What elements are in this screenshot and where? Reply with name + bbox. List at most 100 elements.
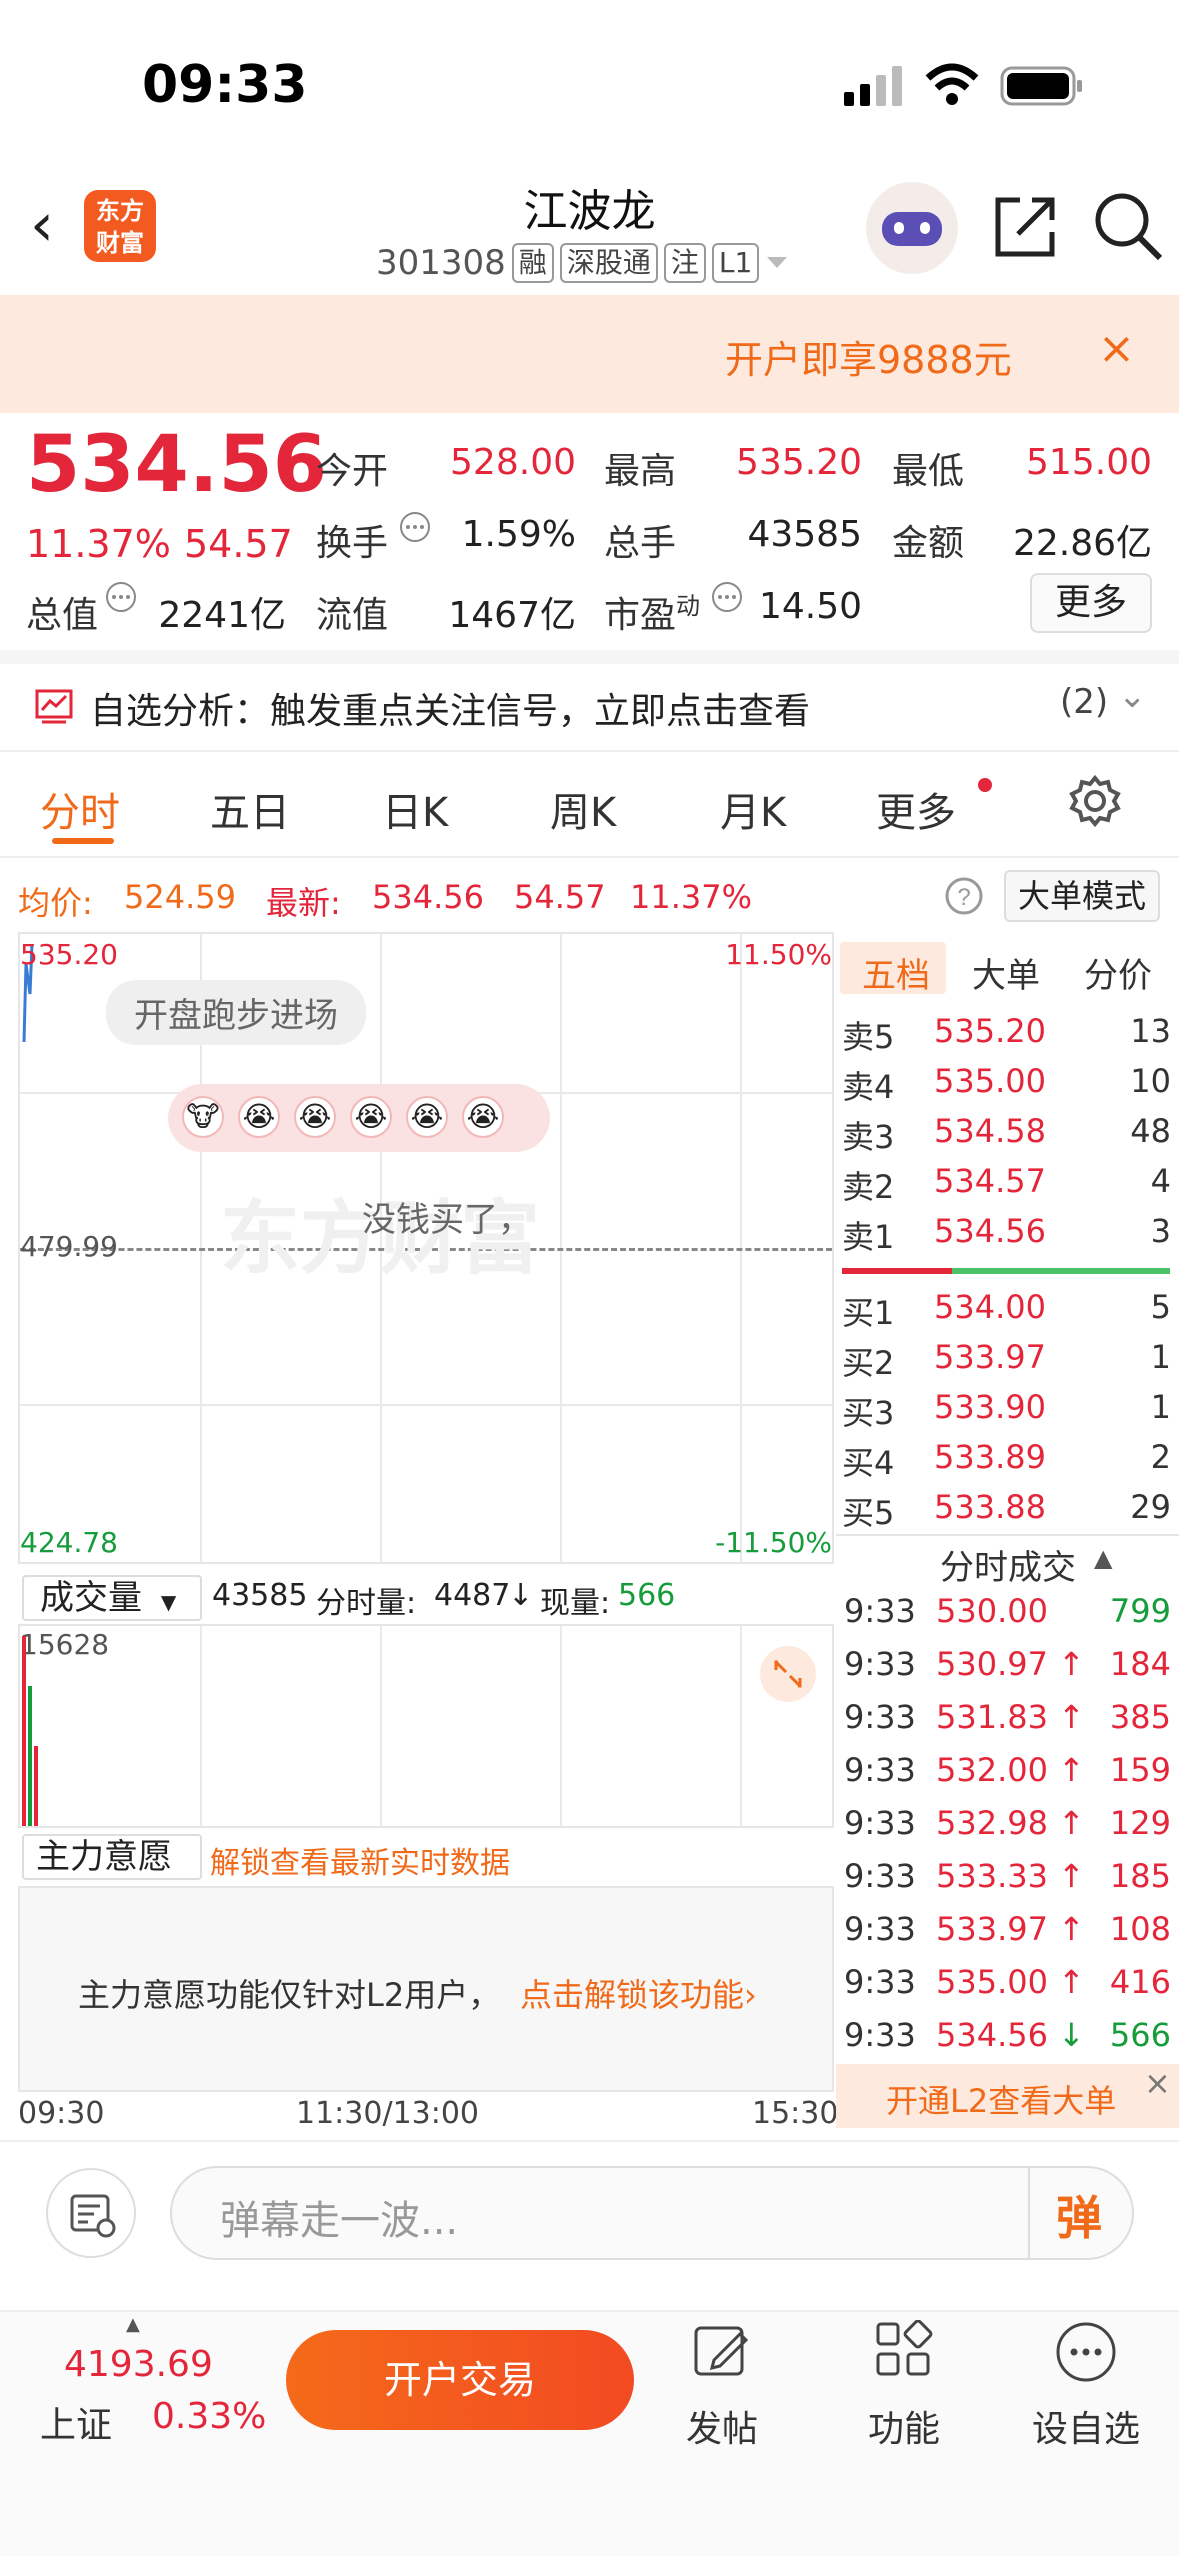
big-order-mode-button[interactable]: 大单模式 — [1004, 870, 1160, 922]
trade-row: 9:33 532.98 ↑ 129 — [836, 1804, 1179, 1854]
trade-row: 9:33 530.00 799 — [836, 1592, 1179, 1642]
trade-price: 532.98 — [936, 1804, 1048, 1842]
trade-time: 9:33 — [844, 2016, 916, 2054]
trade-row: 9:33 533.33 ↑ 185 — [836, 1857, 1179, 1907]
more-button[interactable]: 更多 — [1030, 573, 1152, 633]
danmu-send-button[interactable]: 弹 — [1056, 2182, 1102, 2248]
danmu-bubble: 没钱买了， — [362, 1200, 532, 1240]
level-volume: 29 — [1130, 1488, 1171, 1526]
buy-row: 买4 533.89 2 — [836, 1438, 1179, 1488]
danmu-settings-button[interactable] — [46, 2168, 136, 2258]
open-account-trade-button[interactable]: 开户交易 — [286, 2330, 634, 2430]
stock-code-line: 301308 融 深股通 注 L1 — [376, 243, 789, 283]
search-icon[interactable] — [1092, 190, 1164, 262]
function-grid-icon[interactable] — [874, 2320, 934, 2380]
function-label[interactable]: 功能 — [844, 2400, 964, 2452]
level-label: 买3 — [842, 1394, 895, 1432]
add-watchlist-label[interactable]: 设自选 — [1026, 2400, 1146, 2452]
trade-price: 530.00 — [936, 1592, 1048, 1630]
panel-tab-price-dist[interactable]: 分价 — [1084, 948, 1152, 997]
post-icon[interactable] — [692, 2320, 752, 2380]
svg-text:?: ? — [957, 884, 970, 911]
pct-max-label: 11.50% — [725, 938, 832, 971]
main-force-unlock-link[interactable]: 点击解锁该功能› — [520, 1970, 757, 2016]
buy-row: 买1 534.00 5 — [836, 1288, 1179, 1338]
level-price: 533.89 — [934, 1438, 1046, 1476]
float-label: 流值 — [316, 595, 389, 636]
post-label[interactable]: 发帖 — [662, 2400, 782, 2452]
change-pct: 11.37% — [26, 522, 171, 566]
pct-min-label: -11.50% — [715, 1526, 832, 1559]
main-force-select[interactable]: 主力意愿 ▼ — [22, 1834, 202, 1915]
tag-connect: 深股通 — [559, 243, 658, 283]
tab-more[interactable]: 更多 — [876, 780, 956, 838]
ratio-bar-sell — [842, 1268, 952, 1274]
close-icon[interactable]: × — [1098, 323, 1135, 374]
tab-weekly-k[interactable]: 周K — [550, 780, 616, 838]
analysis-count: (2) — [1060, 682, 1109, 722]
volume-bar — [28, 1686, 32, 1826]
level-price: 533.88 — [934, 1488, 1046, 1526]
index-value[interactable]: 4193.69 — [64, 2344, 213, 2385]
volume-total: 43585 — [212, 1578, 308, 1613]
trade-arrow: ↑ — [1058, 1963, 1085, 2001]
level-price: 534.56 — [934, 1212, 1046, 1250]
trade-time: 9:33 — [844, 1751, 916, 1789]
tab-intraday[interactable]: 分时 — [40, 780, 120, 838]
danmu-input[interactable]: 弹幕走一波... 弹 — [170, 2166, 1134, 2260]
open-label: 今开 — [316, 451, 389, 492]
trade-arrow: ↓ — [1058, 2016, 1085, 2054]
volume-select[interactable]: 成交量 ▼ — [22, 1575, 202, 1621]
level-price: 533.90 — [934, 1388, 1046, 1426]
low-value: 515.00 — [1026, 442, 1152, 483]
level-volume: 10 — [1130, 1062, 1171, 1100]
signal-icon — [844, 66, 902, 106]
unlock-link[interactable]: 解锁查看最新实时数据 — [210, 1838, 510, 1882]
emoji-icon: 🐮 — [182, 1096, 224, 1138]
amount-value: 22.86亿 — [1012, 523, 1152, 564]
promo-banner[interactable]: 开户即享9888元 × — [0, 295, 1179, 413]
info-icon[interactable] — [104, 580, 138, 614]
level-price: 534.00 — [934, 1288, 1046, 1326]
y-max-label: 535.20 — [20, 938, 118, 971]
latest-change: 54.57 — [514, 878, 606, 916]
volume-bar — [34, 1746, 38, 1826]
latest-pct: 11.37% — [630, 878, 753, 916]
robot-avatar-icon[interactable] — [866, 182, 958, 274]
avg-value: 524.59 — [124, 878, 236, 916]
trade-volume: 159 — [1109, 1751, 1171, 1789]
trade-row: 9:33 531.83 ↑ 385 — [836, 1698, 1179, 1748]
level-label: 买1 — [842, 1294, 895, 1332]
y-min-label: 424.78 — [20, 1526, 118, 1559]
tab-daily-k[interactable]: 日K — [382, 780, 448, 838]
share-icon[interactable] — [990, 192, 1060, 262]
pe-value: 14.50 — [758, 586, 862, 627]
dropdown-icon[interactable] — [765, 255, 789, 271]
gear-icon[interactable] — [1068, 774, 1122, 828]
trade-row: 9:33 535.00 ↑ 416 — [836, 1963, 1179, 2013]
latest-value: 534.56 — [372, 878, 484, 916]
volume-chart[interactable]: 15628 — [18, 1624, 834, 1828]
close-icon[interactable]: × — [1144, 2064, 1171, 2102]
y-mid-label: 479.99 — [20, 1230, 118, 1263]
trade-price: 532.00 — [936, 1751, 1048, 1789]
help-icon[interactable]: ? — [944, 876, 984, 916]
minute-volume-label: 分时量: — [316, 1586, 417, 1621]
arrow-down-icon: ↓ — [508, 1578, 534, 1613]
tab-monthly-k[interactable]: 月K — [720, 780, 786, 838]
pe-label-text: 市盈 — [604, 595, 677, 636]
l2-banner[interactable]: 开通L2查看大单 × — [836, 2064, 1179, 2128]
panel-tab-big-orders[interactable]: 大单 — [972, 948, 1040, 997]
info-icon[interactable] — [398, 510, 432, 544]
amount-label: 金额 — [892, 523, 965, 564]
volume-label: 总手 — [604, 523, 677, 564]
change-value: 54.57 — [184, 522, 293, 566]
panel-tab-five-levels[interactable]: 五档 — [862, 948, 930, 997]
intraday-chart[interactable]: 东方财富 535.20 11.50% 479.99 424.78 -11.50%… — [18, 932, 834, 1564]
minute-volume: 4487 — [434, 1578, 511, 1613]
tab-five-day[interactable]: 五日 — [210, 780, 290, 838]
level-label: 卖2 — [842, 1168, 895, 1206]
expand-icon[interactable] — [758, 1644, 818, 1704]
open-value: 528.00 — [450, 442, 576, 483]
more-dots-icon[interactable] — [1054, 2320, 1118, 2384]
